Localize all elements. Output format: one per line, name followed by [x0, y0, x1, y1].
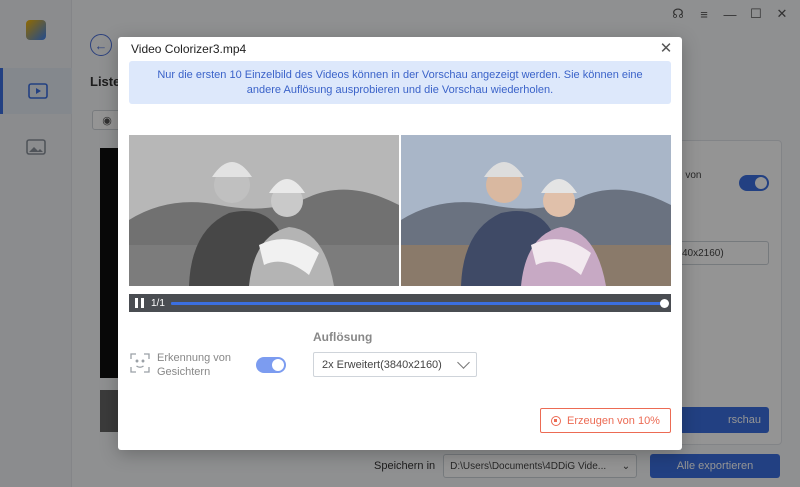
progress-track[interactable] [170, 298, 669, 308]
preview-notice: Nur die ersten 10 Einzelbild des Videos … [129, 61, 671, 104]
preview-comparison [129, 135, 671, 286]
colorized-frame [401, 135, 671, 286]
original-frame [129, 135, 399, 286]
resolution-select[interactable]: 2x Erweitert(3840x2160) [313, 352, 477, 377]
stop-circle-icon [551, 415, 562, 426]
preview-dialog: Video Colorizer3.mp4 ✕ Nur die ersten 10… [118, 37, 682, 450]
face-scan-icon [130, 353, 150, 373]
generate-button[interactable]: Erzeugen von 10% [540, 408, 671, 433]
face-detection-toggle[interactable] [256, 357, 286, 373]
pause-icon[interactable] [135, 298, 145, 308]
progress-fill [170, 301, 665, 305]
progress-knob[interactable] [660, 298, 669, 308]
dialog-title: Video Colorizer3.mp4 [131, 42, 247, 56]
player-controls: 1/1 [129, 294, 671, 312]
chevron-down-icon [457, 356, 470, 369]
resolution-value: 2x Erweitert(3840x2160) [322, 358, 442, 371]
frame-counter: 1/1 [151, 297, 165, 309]
face-detection-label: Erkennung von Gesichtern [157, 352, 231, 378]
resolution-label: Auflösung [313, 330, 373, 344]
generate-button-label: Erzeugen von 10% [567, 414, 660, 427]
close-icon[interactable]: ✕ [659, 41, 673, 56]
